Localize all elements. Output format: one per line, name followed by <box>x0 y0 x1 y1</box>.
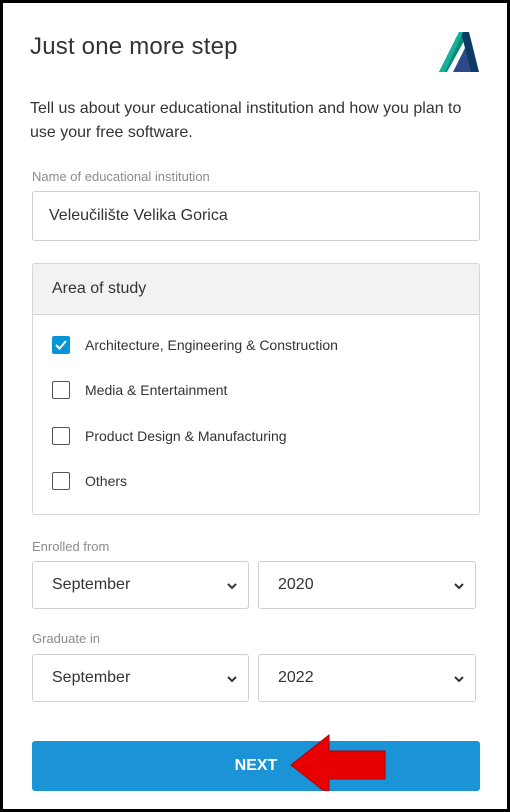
study-option-label: Architecture, Engineering & Construction <box>85 337 338 353</box>
selected-value: 2020 <box>278 576 314 593</box>
chevron-down-icon <box>227 583 237 590</box>
chevron-down-icon <box>454 583 464 590</box>
checkbox-icon[interactable] <box>52 381 70 399</box>
next-button[interactable]: NEXT <box>32 741 480 791</box>
selected-value: September <box>52 576 131 593</box>
checkbox-icon[interactable] <box>52 427 70 445</box>
study-option-label: Media & Entertainment <box>85 382 228 398</box>
page-title: Just one more step <box>30 33 238 60</box>
study-option-others[interactable]: Others <box>52 470 127 492</box>
graduate-month-select[interactable]: September <box>32 654 249 702</box>
enrolled-label: Enrolled from <box>32 539 110 554</box>
study-option-label: Others <box>85 473 128 489</box>
red-arrow-annotation-icon <box>290 733 386 791</box>
graduate-year-select[interactable]: 2022 <box>258 654 476 702</box>
enrolled-month-select[interactable]: September <box>32 561 249 609</box>
study-option-media[interactable]: Media & Entertainment <box>52 379 227 401</box>
study-option-label: Product Design & Manufacturing <box>85 428 287 444</box>
chevron-down-icon <box>227 676 237 683</box>
selected-value: September <box>52 669 131 686</box>
chevron-down-icon <box>454 676 464 683</box>
area-of-study-group: Area of study Architecture, Engineering … <box>32 263 480 515</box>
enrolled-year-select[interactable]: 2020 <box>258 561 476 609</box>
checkbox-checked-icon[interactable] <box>52 336 70 354</box>
graduate-label: Graduate in <box>32 631 100 646</box>
form-panel: Just one more step Tell us about your ed… <box>0 0 510 812</box>
area-of-study-header: Area of study <box>33 264 479 315</box>
selected-value: 2022 <box>278 669 314 686</box>
institution-label: Name of educational institution <box>32 169 210 184</box>
institution-input[interactable] <box>32 191 480 241</box>
study-option-product-design[interactable]: Product Design & Manufacturing <box>52 425 287 447</box>
study-option-aec[interactable]: Architecture, Engineering & Construction <box>52 334 338 356</box>
autodesk-logo-icon <box>439 32 479 72</box>
checkbox-icon[interactable] <box>52 472 70 490</box>
intro-text: Tell us about your educational instituti… <box>30 100 462 141</box>
